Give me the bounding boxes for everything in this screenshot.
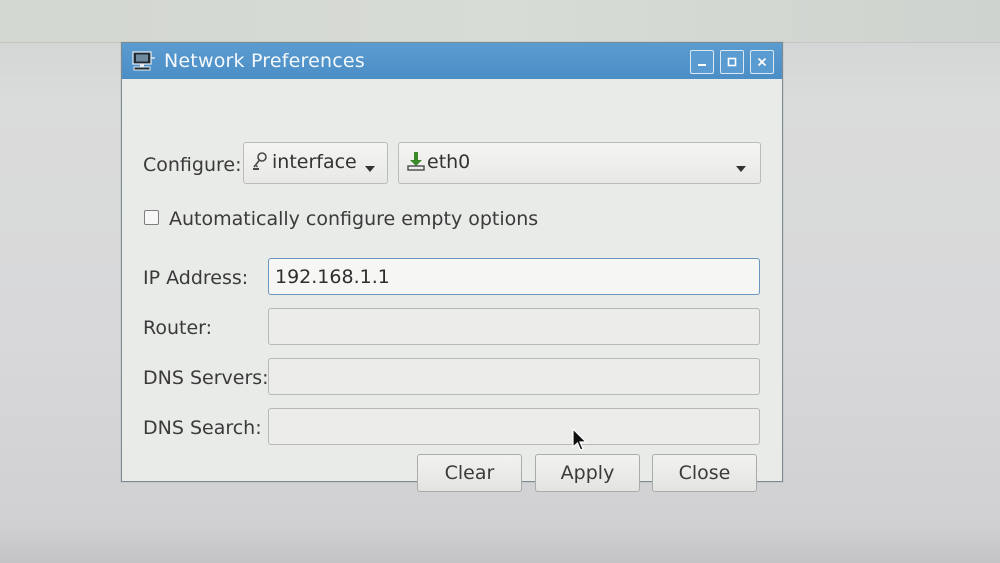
ethernet-icon	[407, 151, 425, 175]
screen-top-region	[0, 0, 1000, 43]
close-window-button[interactable]	[750, 50, 774, 74]
configure-device-value: eth0	[427, 151, 471, 173]
apply-button[interactable]: Apply	[535, 454, 640, 492]
auto-configure-checkbox[interactable]	[144, 210, 159, 225]
router-field[interactable]	[268, 308, 760, 345]
router-label: Router:	[143, 317, 213, 339]
dns-search-label: DNS Search:	[143, 417, 262, 439]
dns-servers-label: DNS Servers:	[143, 367, 269, 389]
auto-configure-label[interactable]: Automatically configure empty options	[169, 208, 538, 230]
ip-address-label: IP Address:	[143, 267, 249, 289]
configure-label: Configure:	[143, 154, 242, 176]
minimize-button[interactable]	[690, 50, 714, 74]
titlebar[interactable]: Network Preferences	[122, 43, 782, 79]
screen-bottom-region	[0, 523, 1000, 563]
ip-address-field[interactable]	[268, 258, 760, 295]
minimize-icon	[698, 64, 706, 66]
chevron-down-icon	[735, 158, 747, 177]
maximize-icon	[727, 57, 737, 67]
window-title: Network Preferences	[164, 50, 365, 72]
chevron-down-icon	[364, 158, 376, 177]
dialog-content: Configure: interface eth0 Automatically …	[122, 79, 782, 492]
network-computer-icon	[130, 50, 156, 72]
clear-button[interactable]: Clear	[417, 454, 522, 492]
maximize-button[interactable]	[720, 50, 744, 74]
configure-type-value: interface	[272, 151, 357, 173]
key-icon	[252, 151, 268, 175]
dns-servers-field[interactable]	[268, 358, 760, 395]
network-preferences-dialog: Network Preferences Configure: interface…	[121, 42, 783, 492]
close-button[interactable]: Close	[652, 454, 757, 492]
configure-device-select[interactable]: eth0	[398, 142, 761, 184]
dns-search-field[interactable]	[268, 408, 760, 445]
configure-type-select[interactable]: interface	[243, 142, 388, 184]
close-icon	[757, 57, 767, 67]
